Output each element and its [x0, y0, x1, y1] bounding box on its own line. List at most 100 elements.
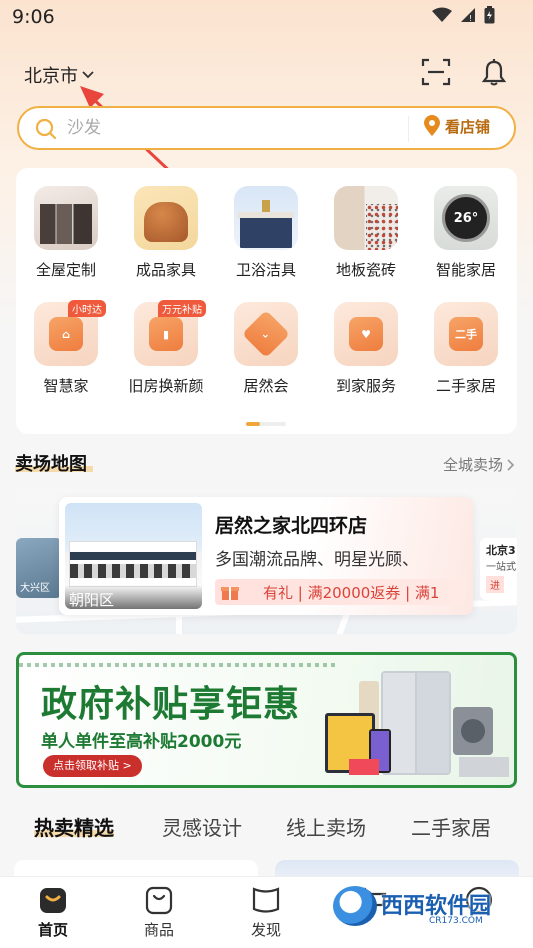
location-pin-icon — [424, 115, 440, 136]
thermostat-reading: 26° — [442, 194, 490, 242]
category-item-renovation[interactable]: ▮ 万元补贴 旧房换新颜 — [116, 300, 216, 396]
watermark-logo-icon — [333, 886, 377, 926]
discover-icon — [252, 887, 280, 913]
tab-second-hand[interactable]: 二手家居 — [411, 812, 491, 841]
category-item-furniture[interactable]: 成品家具 — [116, 186, 216, 280]
view-stores-label: 看店铺 — [445, 117, 491, 136]
battery-icon — [484, 6, 495, 24]
promo-text: 有礼 | 满20000返券 | 满1 — [263, 584, 440, 602]
store-card-right[interactable]: 北京3 一站式 进 — [480, 538, 517, 600]
feed-tabs: 热卖精选 灵感设计 线上卖场 二手家居 — [0, 808, 533, 848]
nav-discover[interactable]: 发现 — [231, 885, 301, 940]
category-label: 全屋定制 — [35, 261, 96, 279]
house-glyph: ⌂ — [49, 317, 83, 351]
category-tag: 小时达 — [68, 300, 106, 317]
store-card-left[interactable]: 大兴区 — [16, 538, 62, 598]
view-stores-button[interactable]: 看店铺 — [423, 115, 490, 137]
watermark-sub: CR173.COM — [429, 916, 483, 926]
site-watermark: 西西软件园 CR173.COM — [333, 882, 513, 932]
svg-text:!: ! — [469, 14, 472, 23]
nav-label: 商品 — [143, 921, 174, 939]
tab-label: 热卖精选 — [34, 816, 114, 840]
nav-home[interactable]: 首页 — [18, 885, 88, 940]
tab-inspiration[interactable]: 灵感设计 — [162, 812, 242, 841]
category-label: 旧房换新颜 — [128, 377, 204, 395]
category-item-home-service[interactable]: ♥ 到家服务 — [316, 302, 416, 396]
category-item-smart-house[interactable]: ⌂ 小时达 智慧家 — [16, 300, 116, 396]
bell-icon[interactable] — [478, 56, 510, 88]
member-badge-icon: ⌄ — [234, 302, 298, 366]
search-input[interactable] — [67, 116, 397, 140]
category-label: 居然会 — [243, 377, 289, 395]
chevron-right-icon — [507, 458, 515, 471]
sofa-chair-icon — [134, 186, 198, 250]
category-label: 智慧家 — [43, 377, 89, 395]
tab-hot-picks[interactable]: 热卖精选 — [34, 812, 114, 841]
heart-glyph: ♥ — [349, 317, 383, 351]
scan-icon[interactable] — [420, 56, 452, 88]
category-item-custom-home[interactable]: 全屋定制 — [16, 186, 116, 280]
right-store-name: 北京3 — [486, 544, 516, 557]
wifi-icon — [432, 7, 452, 22]
right-store-line: 一站式 — [486, 562, 516, 573]
store-name: 居然之家北四环店 — [215, 515, 368, 537]
banner-stripe — [19, 663, 339, 667]
all-markets-label: 全城卖场 — [442, 456, 503, 474]
category-label: 二手家居 — [435, 377, 496, 395]
floor-tile-icon — [334, 186, 398, 250]
market-map-title-text: 卖场地图 — [15, 454, 87, 475]
gift-icon — [221, 587, 239, 600]
banner-subtitle: 单人单件至高补贴2000元 — [41, 732, 242, 752]
market-map-title: 卖场地图 — [15, 450, 93, 476]
store-building — [69, 541, 197, 587]
nav-label: 发现 — [250, 921, 281, 939]
tab-online-market[interactable]: 线上卖场 — [286, 812, 366, 841]
featured-store-card[interactable]: 朝阳区 居然之家北四环店 多国潮流品牌、明星光顾、 有礼 | 满20000返券 … — [59, 497, 473, 615]
bathroom-icon — [234, 186, 298, 250]
store-photo: 朝阳区 — [65, 503, 202, 609]
category-item-bathroom[interactable]: 卫浴洁具 — [216, 186, 316, 280]
signal-icon: ! — [461, 8, 475, 23]
custom-home-icon — [34, 186, 98, 250]
second-hand-glyph: 二手 — [449, 317, 483, 351]
pager-active — [246, 422, 260, 426]
roller-glyph: ▮ — [149, 317, 183, 351]
category-label: 卫浴洁具 — [235, 261, 296, 279]
nav-label: 首页 — [37, 921, 68, 939]
category-label: 成品家具 — [135, 261, 196, 279]
smart-home-icon: 26° — [434, 186, 498, 250]
category-item-member[interactable]: ⌄ 居然会 — [216, 302, 316, 396]
district-label: 大兴区 — [20, 583, 50, 594]
status-bar: 9:06 ! — [0, 0, 533, 36]
smart-house-icon: ⌂ 小时达 — [34, 300, 106, 366]
second-hand-icon: 二手 — [434, 302, 498, 366]
claim-subsidy-button[interactable]: 点击领取补贴 > — [43, 755, 142, 777]
category-item-smart-home[interactable]: 26° 智能家居 — [416, 186, 516, 280]
search-bar[interactable]: 看店铺 — [17, 106, 516, 150]
chevron-glyph: ⌄ — [241, 309, 291, 359]
right-store-promo: 进 — [486, 576, 504, 593]
all-markets-link[interactable]: 全城卖场 — [443, 454, 515, 475]
home-icon — [40, 888, 66, 913]
appliances-illustration — [325, 671, 509, 777]
category-item-second-hand[interactable]: 二手 二手家居 — [416, 302, 516, 396]
paint-roller-icon: ▮ 万元补贴 — [134, 300, 206, 366]
banner-title: 政府补贴享钜惠 — [41, 684, 301, 725]
home-service-icon: ♥ — [334, 302, 398, 366]
category-label: 智能家居 — [435, 261, 496, 279]
status-time: 9:06 — [12, 6, 55, 28]
category-label: 到家服务 — [335, 377, 396, 395]
category-item-flooring[interactable]: 地板瓷砖 — [316, 186, 416, 280]
tab-label: 灵感设计 — [162, 816, 242, 840]
category-grid: 全屋定制 成品家具 卫浴洁具 地板瓷砖 26° 智能家居 ⌂ 小时达 智慧家 ▮… — [16, 186, 517, 396]
category-label: 地板瓷砖 — [335, 261, 396, 279]
status-icons: ! — [432, 6, 495, 24]
store-district: 朝阳区 — [65, 585, 202, 609]
search-icon — [35, 118, 57, 140]
tab-label: 二手家居 — [411, 816, 491, 840]
shopping-bag-icon — [145, 886, 173, 915]
store-description: 多国潮流品牌、明星光顾、 — [215, 550, 419, 570]
nav-products[interactable]: 商品 — [124, 885, 194, 940]
chevron-down-icon — [82, 71, 94, 79]
subsidy-banner[interactable]: 政府补贴享钜惠 单人单件至高补贴2000元 点击领取补贴 > — [16, 652, 517, 788]
